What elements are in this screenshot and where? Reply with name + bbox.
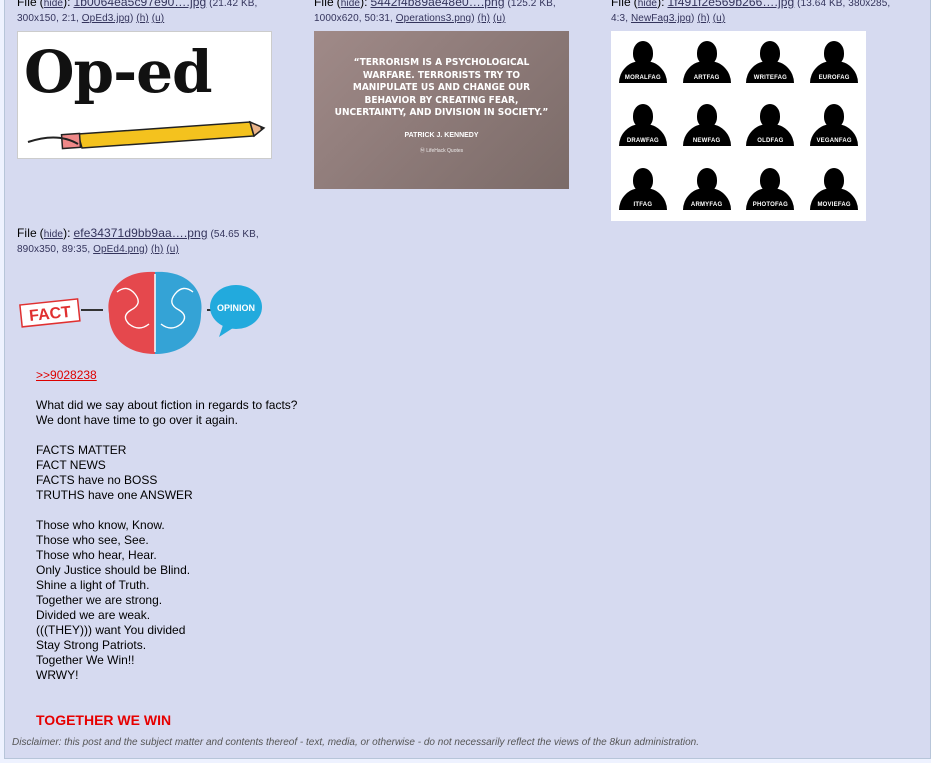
body-line: FACTS have no BOSS bbox=[36, 473, 158, 487]
quote-author: PATRICK J. KENNEDY bbox=[404, 131, 479, 139]
h-link[interactable]: (h) bbox=[697, 13, 710, 24]
file-2: File (hide): 5442f4b89ae48e0….png (125.2… bbox=[314, 0, 594, 189]
file-label: File bbox=[17, 226, 37, 240]
body-lines: What did we say about fiction in regards… bbox=[36, 398, 297, 713]
silhouette-label: OLDFAG bbox=[757, 138, 784, 145]
body-line: We dont have time to go over it again. bbox=[36, 413, 238, 427]
silhouette-cell: ITFAG bbox=[611, 158, 675, 221]
original-name-link[interactable]: OpEd3.jpg bbox=[82, 13, 130, 24]
file-4: File (hide): efe34371d9bb9aa….png (54.65… bbox=[17, 226, 297, 362]
body-line: WRWY! bbox=[36, 668, 79, 682]
file-name-link[interactable]: 1f491f2e569b266….jpg bbox=[667, 0, 794, 9]
silhouette-cell: ARMYFAG bbox=[675, 158, 739, 221]
post-body: >>9028238 What did we say about fiction … bbox=[36, 368, 297, 731]
body-line: Those who see, See. bbox=[36, 533, 149, 547]
silhouette-label: ITFAG bbox=[633, 201, 653, 208]
body-line: Only Justice should be Blind. bbox=[36, 563, 191, 577]
file-info: File (hide): 5442f4b89ae48e0….png (125.2… bbox=[314, 0, 594, 26]
file-1: File (hide): 1b0064ea5c97e90….jpg (21.42… bbox=[17, 0, 297, 159]
body-line: Together we are strong. bbox=[36, 593, 163, 607]
body-line bbox=[36, 698, 297, 713]
body-line bbox=[36, 503, 297, 518]
file-info: File (hide): 1f491f2e569b266….jpg (13.64… bbox=[611, 0, 891, 26]
hide-link[interactable]: hide bbox=[44, 0, 63, 9]
quote-text: “Terrorism is a psychological warfare. T… bbox=[334, 57, 549, 118]
silhouette-cell: VEGANFAG bbox=[802, 94, 866, 157]
file-3: File (hide): 1f491f2e569b266….jpg (13.64… bbox=[611, 0, 891, 221]
silhouette-label: NEWFAG bbox=[692, 138, 721, 145]
silhouette-label: ARTFAG bbox=[693, 75, 720, 81]
h-link[interactable]: (h) bbox=[136, 13, 149, 24]
disclaimer: Disclaimer: this post and the subject ma… bbox=[12, 737, 699, 748]
body-line: FACT NEWS bbox=[36, 458, 106, 472]
body-line: FACTS MATTER bbox=[36, 443, 127, 457]
pencil-icon bbox=[27, 120, 266, 150]
h-link[interactable]: (h) bbox=[151, 244, 164, 255]
brain-icon: FACT OPINION bbox=[17, 262, 272, 362]
body-line bbox=[36, 428, 297, 443]
file-label: File bbox=[611, 0, 631, 9]
silhouette-cell: ARTFAG bbox=[675, 31, 739, 94]
closing-text: TOGETHER WE WIN bbox=[36, 712, 172, 728]
thumbnail-quote[interactable]: “Terrorism is a psychological warfare. T… bbox=[314, 31, 569, 189]
silhouette-cell: EUROFAG bbox=[802, 31, 866, 94]
thumbnail-oped[interactable]: Op-ed bbox=[17, 31, 272, 159]
original-name-link[interactable]: OpEd4.png bbox=[93, 244, 145, 255]
body-line: Stay Strong Patriots. bbox=[36, 638, 147, 652]
silhouette-label: EUROFAG bbox=[818, 75, 850, 81]
opinion-word: OPINION bbox=[217, 303, 255, 313]
quote-link[interactable]: >>9028238 bbox=[36, 368, 97, 382]
body-line: Those who know, Know. bbox=[36, 518, 165, 532]
original-name-link[interactable]: NewFag3.jpg bbox=[631, 13, 691, 24]
hide-link[interactable]: hide bbox=[341, 0, 360, 9]
quote-image: “Terrorism is a psychological warfare. T… bbox=[314, 31, 569, 189]
body-line: TRUTHS have one ANSWER bbox=[36, 488, 193, 502]
silhouette-cell: MOVIEFAG bbox=[802, 158, 866, 221]
file-info: File (hide): 1b0064ea5c97e90….jpg (21.42… bbox=[17, 0, 297, 26]
silhouette-label: VEGANFAG bbox=[816, 138, 852, 145]
u-link[interactable]: (u) bbox=[493, 13, 506, 24]
body-line: Divided we are weak. bbox=[36, 608, 151, 622]
file-name-link[interactable]: 5442f4b89ae48e0….png bbox=[370, 0, 504, 9]
thumbnail-grid[interactable]: MORALFAG ARTFAG WRITEFAG EUROFAG DRAWFAG NEWF… bbox=[611, 31, 866, 221]
silhouette-cell: MORALFAG bbox=[611, 31, 675, 94]
u-link[interactable]: (u) bbox=[166, 244, 179, 255]
original-name-link[interactable]: Operations3.png bbox=[396, 13, 471, 24]
body-line: (((THEY))) want You divided bbox=[36, 623, 186, 637]
body-line: Together We Win!! bbox=[36, 653, 135, 667]
silhouette-cell: DRAWFAG bbox=[611, 94, 675, 157]
file-label: File bbox=[17, 0, 37, 9]
body-line: Those who hear, Hear. bbox=[36, 548, 157, 562]
file-info: File (hide): efe34371d9bb9aa….png (54.65… bbox=[17, 226, 259, 255]
silhouette-label: PHOTOFAG bbox=[752, 201, 788, 208]
silhouette-grid: MORALFAG ARTFAG WRITEFAG EUROFAG DRAWFAG NEWF… bbox=[611, 31, 866, 221]
body-line: What did we say about fiction in regards… bbox=[36, 398, 298, 412]
silhouette-label: WRITEFAG bbox=[753, 75, 787, 81]
body-line bbox=[36, 683, 297, 698]
silhouette-label: ARMYFAG bbox=[690, 201, 723, 208]
file-name-link[interactable]: 1b0064ea5c97e90….jpg bbox=[73, 0, 206, 9]
file-label: File bbox=[314, 0, 334, 9]
silhouette-cell: PHOTOFAG bbox=[739, 158, 803, 221]
quote-source: Ⓜ LifeHack Quotes bbox=[419, 147, 464, 154]
u-link[interactable]: (u) bbox=[713, 13, 726, 24]
file-name-link[interactable]: efe34371d9bb9aa….png bbox=[73, 226, 207, 240]
body-line: Shine a light of Truth. bbox=[36, 578, 150, 592]
silhouette-cell: NEWFAG bbox=[675, 94, 739, 157]
hide-link[interactable]: hide bbox=[638, 0, 657, 9]
silhouette-cell: OLDFAG bbox=[739, 94, 803, 157]
hide-link[interactable]: hide bbox=[44, 229, 63, 240]
thumbnail-fact-opinion[interactable]: FACT OPINION bbox=[17, 262, 272, 362]
h-link[interactable]: (h) bbox=[478, 13, 491, 24]
silhouette-label: DRAWFAG bbox=[626, 138, 659, 145]
silhouette-label: MORALFAG bbox=[624, 75, 661, 81]
u-link[interactable]: (u) bbox=[152, 13, 165, 24]
silhouette-cell: WRITEFAG bbox=[739, 31, 803, 94]
silhouette-label: MOVIEFAG bbox=[817, 201, 851, 208]
